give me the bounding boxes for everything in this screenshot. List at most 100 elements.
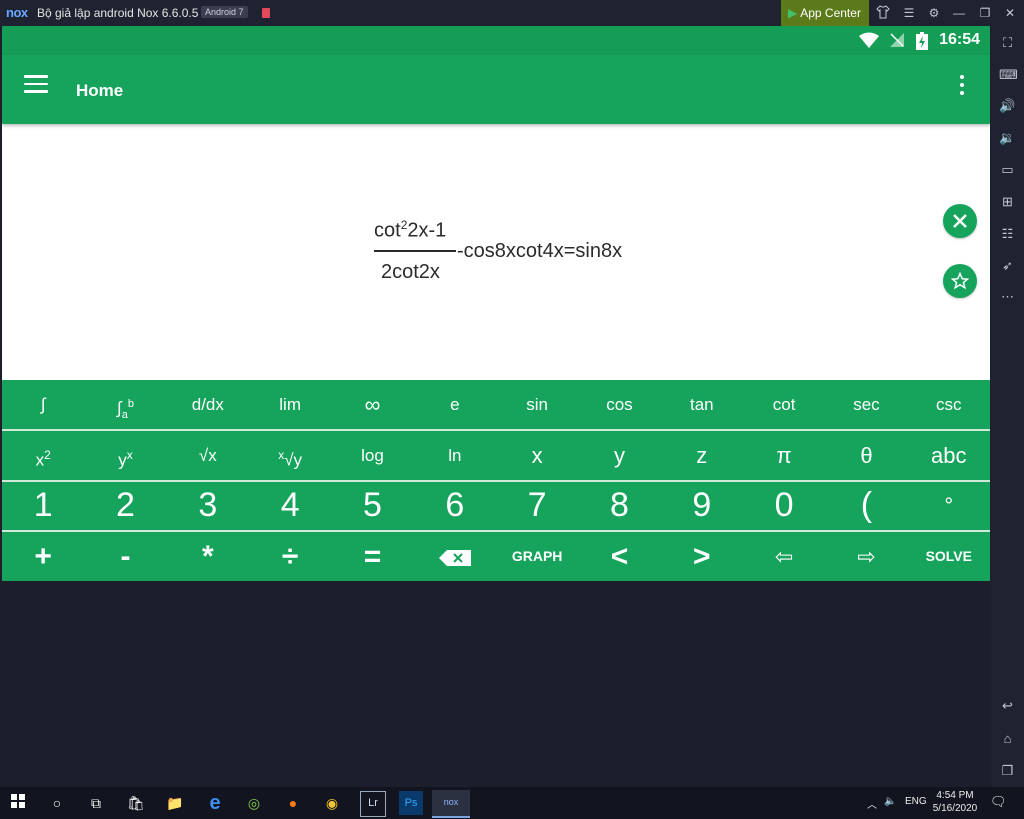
- chrome-icon[interactable]: ◉: [320, 791, 344, 815]
- key-pi[interactable]: π: [743, 431, 825, 480]
- key-plus[interactable]: +: [2, 532, 84, 581]
- key-multiply[interactable]: *: [167, 532, 249, 581]
- key-csc[interactable]: csc: [908, 380, 990, 429]
- favorite-button[interactable]: [943, 264, 977, 298]
- lightroom-icon[interactable]: Lr: [360, 791, 386, 817]
- speaker-icon[interactable]: 🔈: [884, 796, 896, 807]
- clear-button[interactable]: [943, 204, 977, 238]
- emulator-title-bar: nox Bộ giả lập android Nox 6.6.0.5 Andro…: [0, 0, 1024, 26]
- key-ln[interactable]: ln: [414, 431, 496, 480]
- key-graph[interactable]: GRAPH: [496, 532, 578, 581]
- key-6[interactable]: 6: [414, 481, 496, 530]
- coccoc-icon[interactable]: ◎: [242, 791, 266, 815]
- key-integral[interactable]: ∫: [2, 380, 84, 429]
- play-icon: ▶: [788, 6, 798, 20]
- key-sec[interactable]: sec: [825, 380, 907, 429]
- key-log[interactable]: log: [331, 431, 413, 480]
- key-minus[interactable]: -: [84, 532, 166, 581]
- key-cursor-left[interactable]: ⇦: [743, 532, 825, 581]
- screen-icon[interactable]: ▭: [999, 161, 1016, 178]
- hamburger-menu-icon[interactable]: [24, 75, 48, 95]
- key-sqrt[interactable]: √x: [167, 431, 249, 480]
- keypad: ∫ ∫ab d/dx lim ∞ e sin cos tan cot sec c…: [2, 380, 990, 581]
- key-backspace[interactable]: [414, 532, 496, 581]
- volume-up-icon[interactable]: 🔊: [999, 97, 1016, 114]
- key-derivative[interactable]: d/dx: [167, 380, 249, 429]
- key-equals[interactable]: =: [331, 532, 413, 581]
- file-explorer-icon[interactable]: 📁: [163, 791, 187, 815]
- fullscreen-icon[interactable]: ⛶: [999, 34, 1016, 51]
- key-less-than[interactable]: <: [578, 532, 660, 581]
- key-degree[interactable]: °: [908, 481, 990, 530]
- key-open-paren[interactable]: (: [825, 481, 907, 530]
- windows-start-icon[interactable]: [6, 791, 30, 815]
- app-toolbar: Home: [2, 55, 990, 124]
- key-tan[interactable]: tan: [661, 380, 743, 429]
- menu-icon[interactable]: ☰: [901, 5, 917, 21]
- battery-icon: [916, 32, 928, 55]
- language-indicator[interactable]: ENG: [905, 796, 927, 807]
- key-5[interactable]: 5: [331, 481, 413, 530]
- photoshop-icon[interactable]: Ps: [399, 791, 423, 815]
- rocket-icon[interactable]: ➶: [999, 257, 1016, 274]
- shirt-icon[interactable]: [875, 5, 891, 21]
- key-cos[interactable]: cos: [578, 380, 660, 429]
- numerator-suffix: 2x-1: [407, 219, 447, 242]
- key-z[interactable]: z: [661, 431, 743, 480]
- key-cursor-right[interactable]: ⇨: [825, 532, 907, 581]
- key-limit[interactable]: lim: [249, 380, 331, 429]
- backspace-icon: [438, 549, 471, 566]
- key-x-squared[interactable]: x2: [2, 431, 84, 480]
- minimize-icon[interactable]: —: [951, 5, 967, 21]
- key-1[interactable]: 1: [2, 481, 84, 530]
- key-infinity[interactable]: ∞: [331, 380, 413, 429]
- key-e[interactable]: e: [414, 380, 496, 429]
- key-7[interactable]: 7: [496, 481, 578, 530]
- recents-icon[interactable]: ❐: [999, 762, 1016, 779]
- key-solve[interactable]: SOLVE: [908, 532, 990, 581]
- key-9[interactable]: 9: [661, 481, 743, 530]
- key-divide[interactable]: ÷: [249, 532, 331, 581]
- key-y-power-x[interactable]: yx: [84, 431, 166, 480]
- task-view-icon[interactable]: ⧉: [84, 791, 108, 815]
- restore-icon[interactable]: ❐: [977, 5, 993, 21]
- key-greater-than[interactable]: >: [661, 532, 743, 581]
- key-theta[interactable]: θ: [825, 431, 907, 480]
- edge-icon[interactable]: e: [203, 791, 227, 815]
- key-0[interactable]: 0: [743, 481, 825, 530]
- key-definite-integral[interactable]: ∫ab: [84, 380, 166, 429]
- key-sin[interactable]: sin: [496, 380, 578, 429]
- app-center-button[interactable]: ▶ App Center: [781, 0, 869, 26]
- key-abc[interactable]: abc: [908, 431, 990, 480]
- record-icon[interactable]: [262, 8, 270, 18]
- home-icon[interactable]: ⌂: [999, 730, 1016, 747]
- more-icon[interactable]: ⋯: [999, 288, 1016, 305]
- multi-instance-icon[interactable]: ☷: [999, 225, 1016, 242]
- more-vert-icon[interactable]: [960, 75, 966, 99]
- search-icon[interactable]: ○: [45, 791, 69, 815]
- volume-down-icon[interactable]: 🔉: [999, 129, 1016, 146]
- keyboard-icon[interactable]: ⌨: [999, 66, 1018, 83]
- settings-gear-icon[interactable]: ⚙: [926, 5, 942, 21]
- firefox-icon[interactable]: ●: [281, 791, 305, 815]
- back-icon[interactable]: ↩: [999, 697, 1016, 714]
- key-nth-root[interactable]: x√y: [249, 431, 331, 480]
- taskbar-clock[interactable]: 4:54 PM 5/16/2020: [930, 789, 980, 815]
- key-cot[interactable]: cot: [743, 380, 825, 429]
- key-4[interactable]: 4: [249, 481, 331, 530]
- close-icon[interactable]: ✕: [1002, 5, 1018, 21]
- keypad-row-variables: x2 yx √x x√y log ln x y z π θ abc: [2, 431, 990, 480]
- key-3[interactable]: 3: [167, 481, 249, 530]
- nox-taskbar-icon[interactable]: nox: [432, 790, 470, 818]
- clock-date: 5/16/2020: [932, 803, 978, 814]
- store-icon[interactable]: 🛍: [124, 791, 148, 815]
- key-2[interactable]: 2: [84, 481, 166, 530]
- key-x[interactable]: x: [496, 431, 578, 480]
- notification-icon[interactable]: 🗨: [990, 794, 1007, 810]
- add-apk-icon[interactable]: ⊞: [999, 193, 1016, 210]
- key-8[interactable]: 8: [578, 481, 660, 530]
- app-center-label: App Center: [800, 6, 861, 20]
- key-y[interactable]: y: [578, 431, 660, 480]
- star-icon: [950, 271, 970, 290]
- tray-chevron-icon[interactable]: ︿: [867, 796, 877, 811]
